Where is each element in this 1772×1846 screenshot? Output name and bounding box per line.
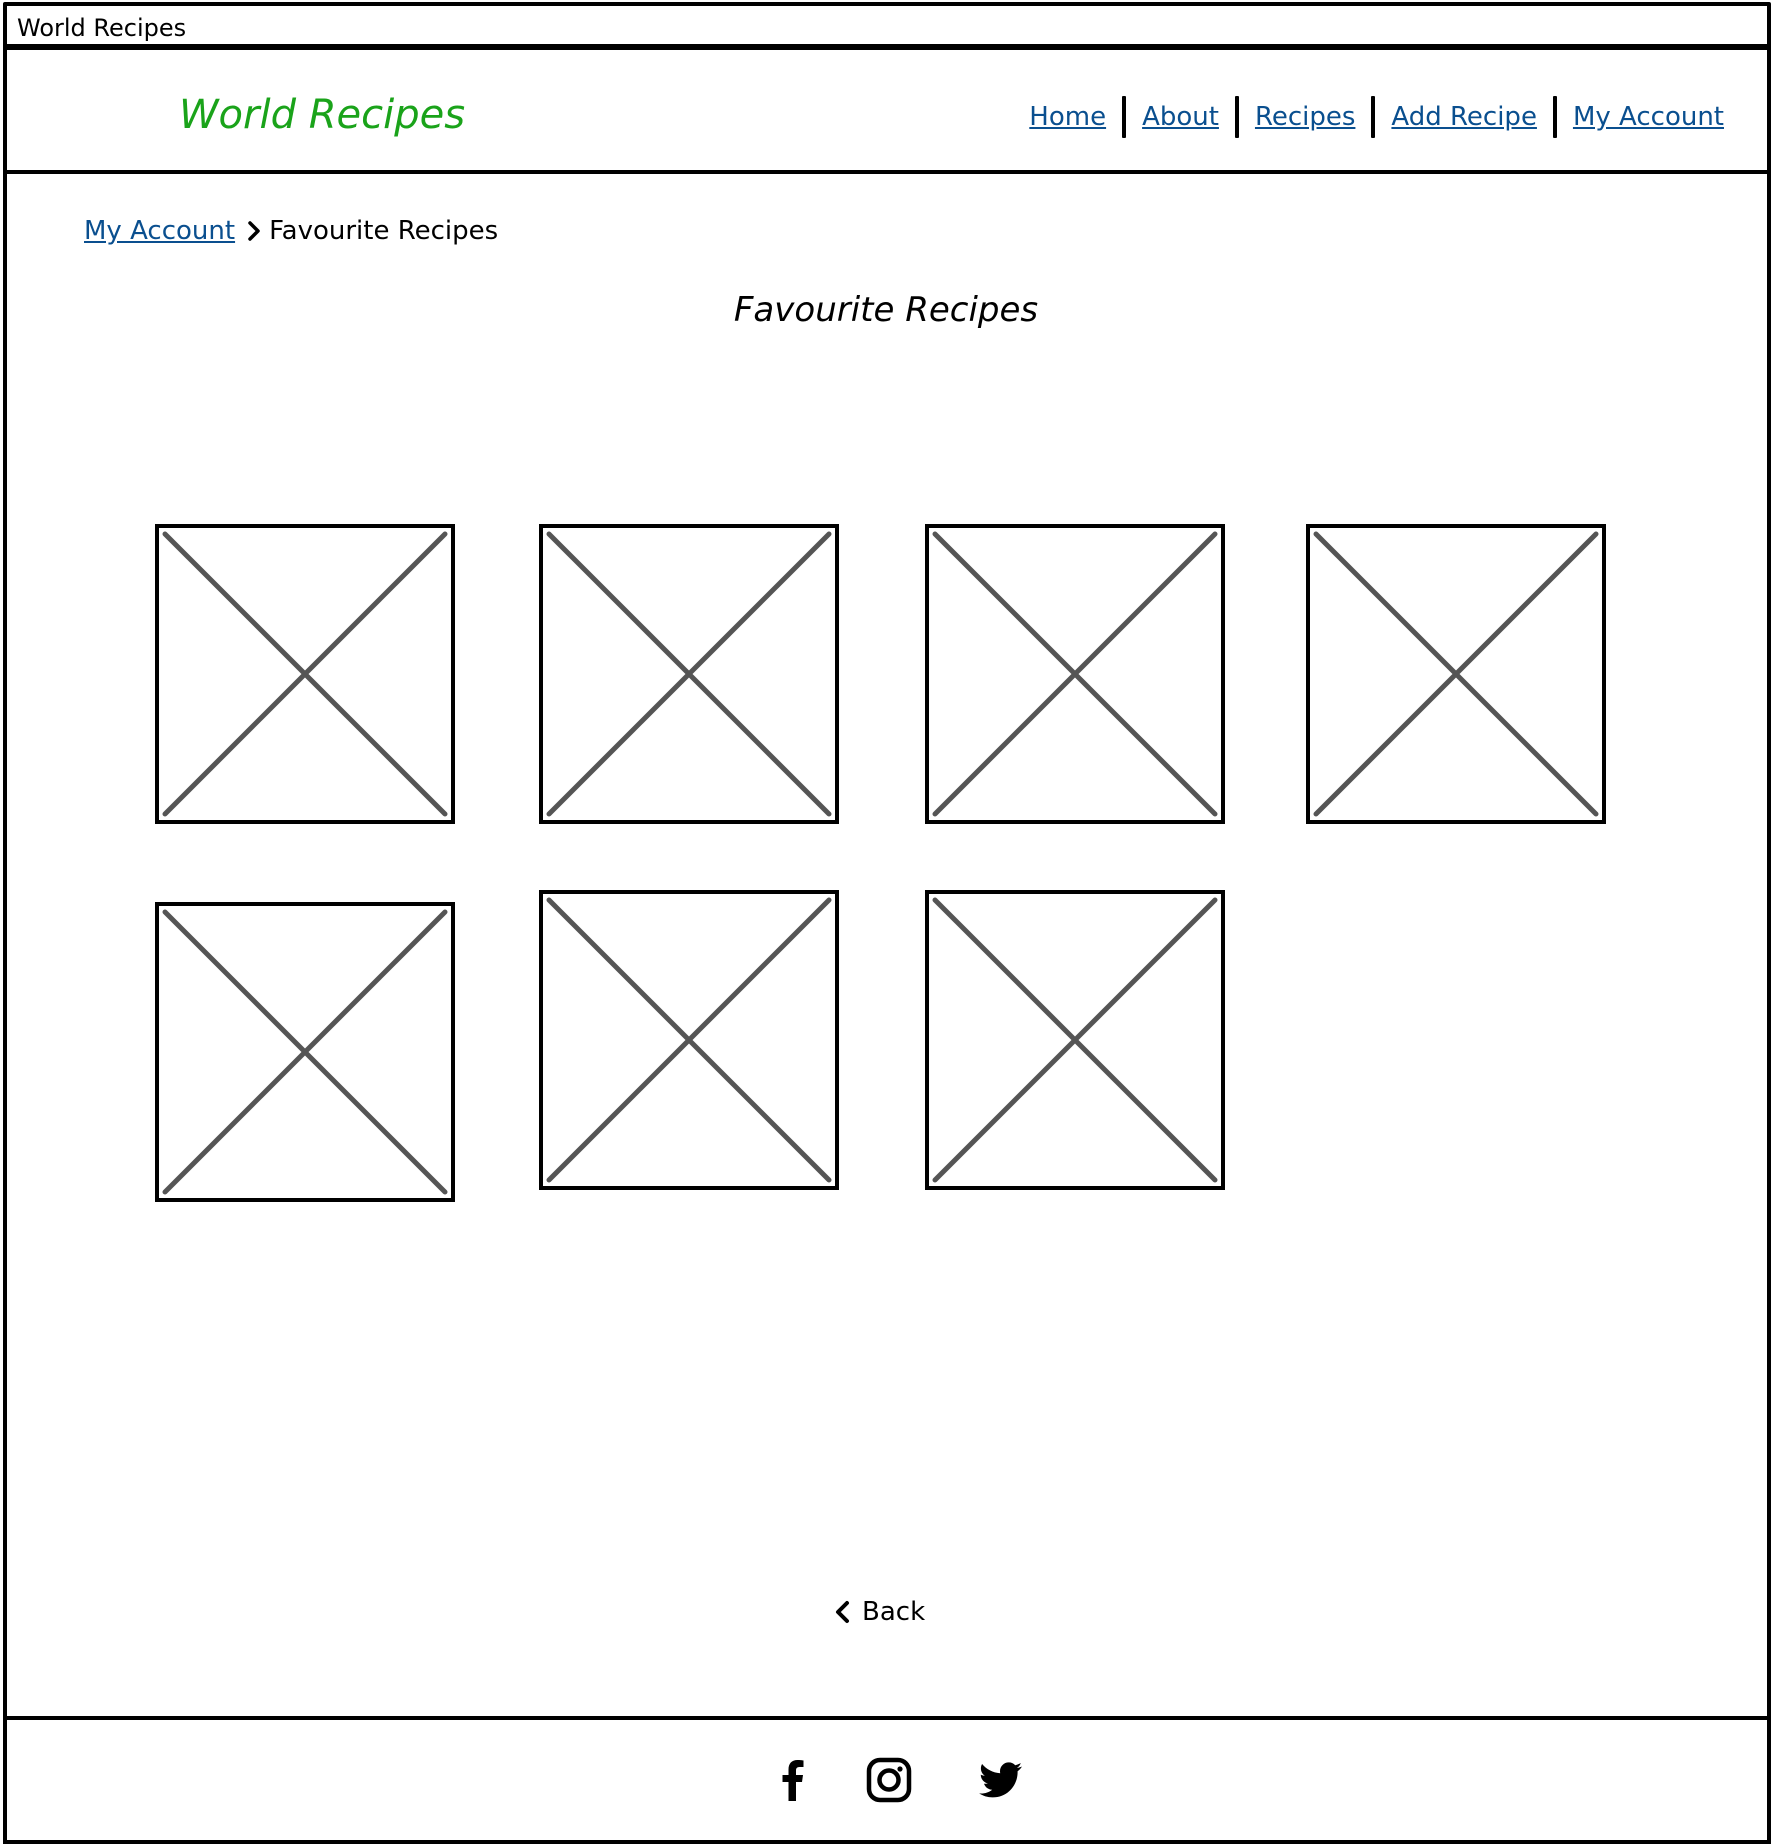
nav-separator — [1234, 96, 1239, 138]
image-placeholder-icon — [155, 902, 455, 1202]
nav-link-my-account[interactable]: My Account — [1573, 102, 1724, 132]
chevron-left-icon — [836, 1601, 849, 1623]
breadcrumb-link-my-account[interactable]: My Account — [84, 216, 235, 246]
image-placeholder-icon — [925, 890, 1225, 1190]
nav-link-home[interactable]: Home — [1029, 102, 1106, 132]
window-title: World Recipes — [17, 14, 187, 42]
breadcrumb: My Account Favourite Recipes — [84, 216, 498, 246]
recipe-image-placeholder[interactable] — [539, 890, 839, 1190]
window-title-bar: World Recipes — [3, 2, 1771, 48]
site-header: World Recipes Home About Recipes Add Rec… — [3, 46, 1771, 174]
image-placeholder-icon — [155, 524, 455, 824]
recipe-image-placeholder[interactable] — [539, 524, 839, 824]
nav-link-recipes[interactable]: Recipes — [1255, 102, 1355, 132]
page-title: Favourite Recipes — [733, 290, 1039, 330]
image-placeholder-icon — [539, 524, 839, 824]
recipe-image-placeholder[interactable] — [155, 524, 455, 824]
nav-link-add-recipe[interactable]: Add Recipe — [1391, 102, 1537, 132]
back-label: Back — [862, 1597, 926, 1627]
image-placeholder-icon — [539, 890, 839, 1190]
image-placeholder-icon — [925, 524, 1225, 824]
image-placeholder-icon — [1306, 524, 1606, 824]
nav-separator — [1371, 96, 1376, 138]
recipe-image-placeholder[interactable] — [925, 890, 1225, 1190]
facebook-icon[interactable] — [768, 1755, 818, 1805]
breadcrumb-current: Favourite Recipes — [269, 216, 499, 246]
instagram-icon[interactable] — [864, 1755, 914, 1805]
recipe-image-placeholder[interactable] — [155, 902, 455, 1202]
nav-separator — [1122, 96, 1127, 138]
back-button[interactable]: Back — [832, 1597, 925, 1627]
recipe-image-placeholder[interactable] — [1306, 524, 1606, 824]
twitter-icon[interactable] — [976, 1755, 1026, 1805]
recipe-image-placeholder[interactable] — [925, 524, 1225, 824]
nav-separator — [1552, 96, 1557, 138]
main-nav: Home About Recipes Add Recipe My Account — [1029, 96, 1724, 138]
site-logo[interactable]: World Recipes — [179, 92, 465, 138]
nav-link-about[interactable]: About — [1142, 102, 1219, 132]
chevron-right-icon — [248, 221, 260, 241]
